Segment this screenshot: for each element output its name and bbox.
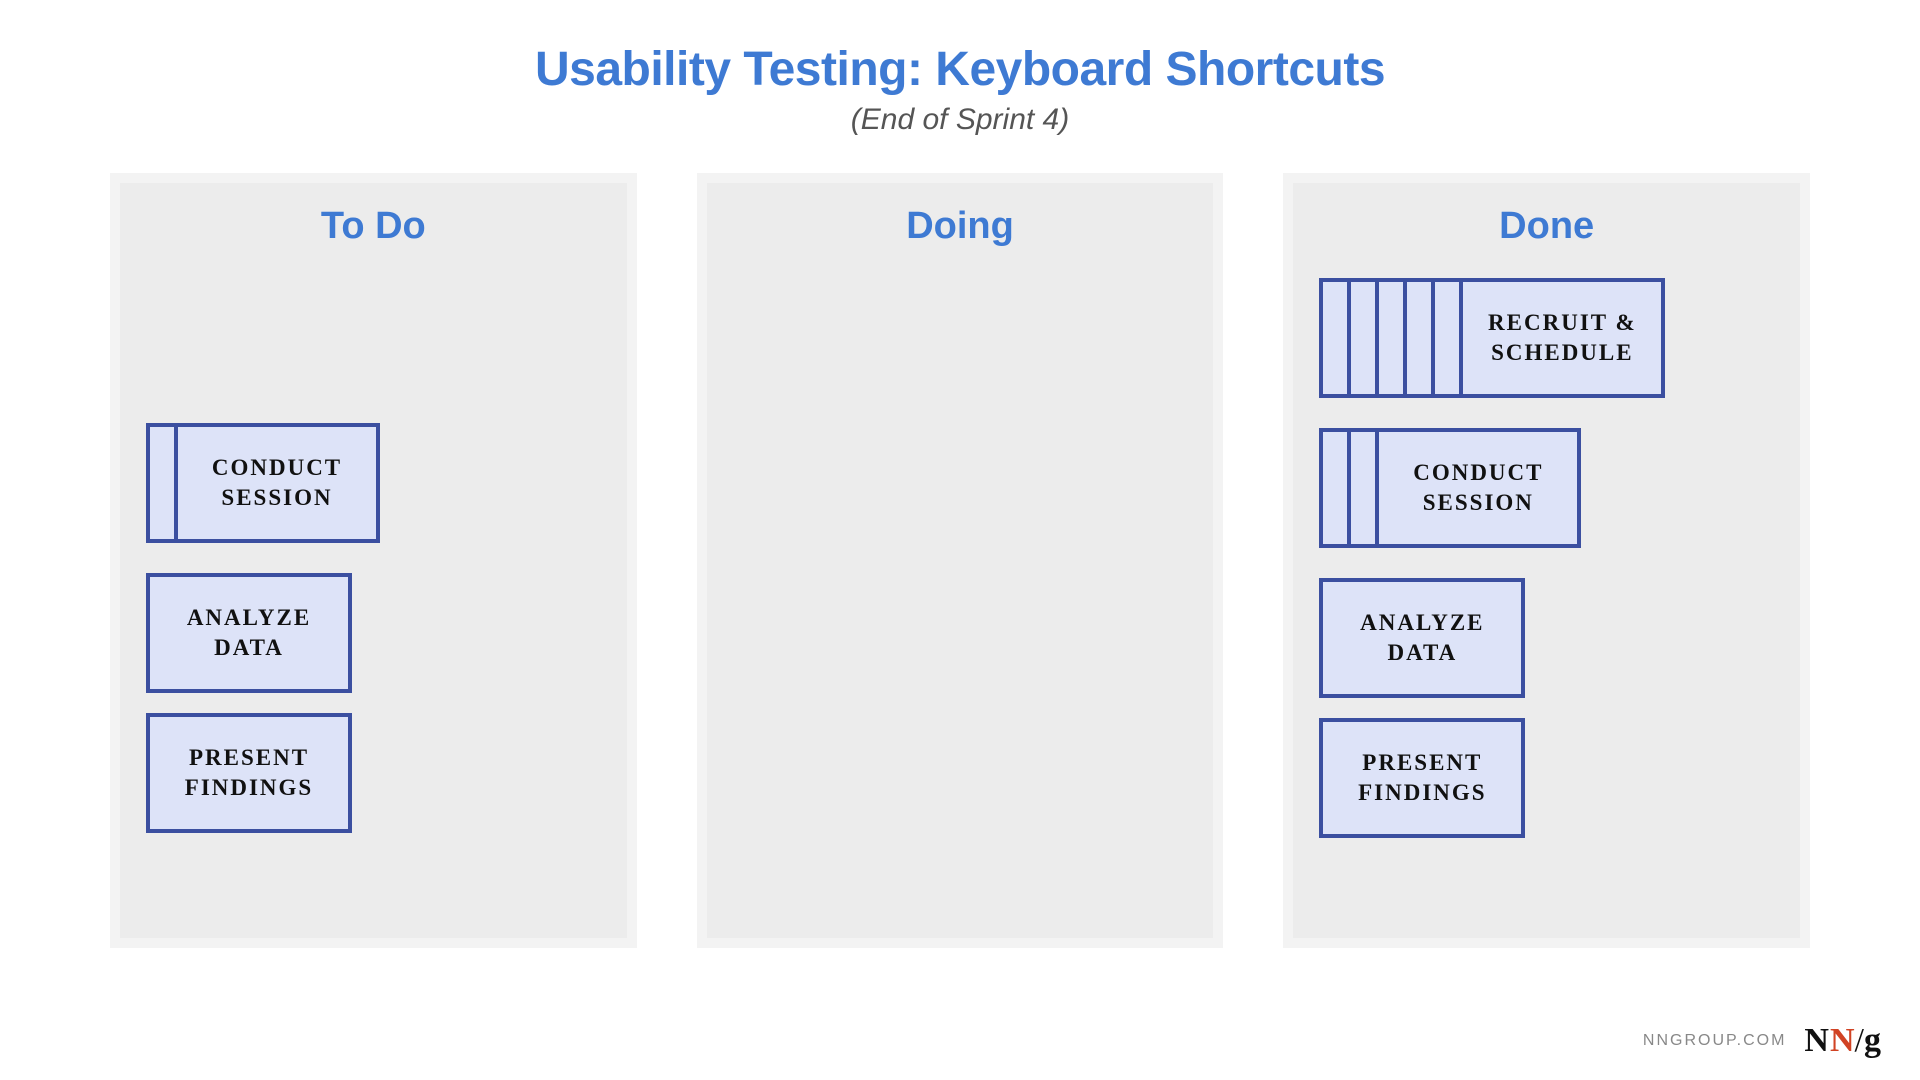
kanban-board: To Do Conduct Session Analyze Data Prese… <box>0 173 1920 948</box>
card-analyze-data-done[interactable]: Analyze Data <box>1319 578 1525 698</box>
card-stack-conduct-session-done: Conduct Session <box>1319 428 1780 558</box>
column-todo: To Do Conduct Session Analyze Data Prese… <box>110 173 637 948</box>
logo-slash: / <box>1855 1022 1863 1060</box>
card-conduct-session[interactable]: Conduct Session <box>1375 428 1581 548</box>
footer: NNGROUP.COM N N / g <box>1643 1022 1880 1060</box>
logo-g: g <box>1864 1022 1880 1060</box>
logo-n1: N <box>1804 1022 1828 1060</box>
page-subtitle: (End of Sprint 4) <box>0 103 1920 137</box>
page-title: Usability Testing: Keyboard Shortcuts <box>0 42 1920 97</box>
card-stack-recruit-schedule: Recruit & Schedule <box>1319 278 1780 408</box>
logo-n2: N <box>1830 1022 1854 1060</box>
card-present-findings-done[interactable]: Present Findings <box>1319 718 1525 838</box>
card-stack-conduct-session-todo: Conduct Session <box>146 423 607 553</box>
column-doing: Doing <box>697 173 1224 948</box>
card-recruit-schedule[interactable]: Recruit & Schedule <box>1459 278 1665 398</box>
column-title-done: Done <box>1313 205 1780 248</box>
footer-url: NNGROUP.COM <box>1643 1032 1787 1050</box>
header: Usability Testing: Keyboard Shortcuts (E… <box>0 0 1920 137</box>
nng-logo: N N / g <box>1804 1022 1880 1060</box>
card-analyze-data[interactable]: Analyze Data <box>146 573 352 693</box>
card-conduct-session[interactable]: Conduct Session <box>174 423 380 543</box>
column-done: Done Recruit & Schedule Conduct Session … <box>1283 173 1810 948</box>
column-title-doing: Doing <box>727 205 1194 248</box>
card-present-findings[interactable]: Present Findings <box>146 713 352 833</box>
column-title-todo: To Do <box>140 205 607 248</box>
